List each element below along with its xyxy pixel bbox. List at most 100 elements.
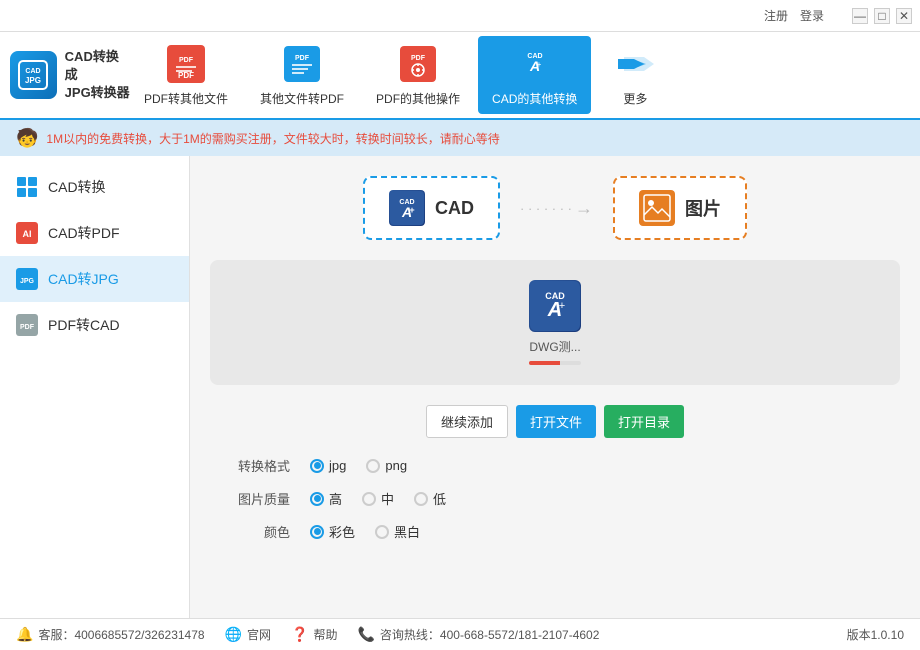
format-jpg-label: jpg xyxy=(329,458,346,473)
close-button[interactable]: ✕ xyxy=(896,8,912,24)
quality-mid-radio[interactable] xyxy=(362,492,376,506)
continue-add-button[interactable]: 继续添加 xyxy=(426,405,508,438)
hotline-item: 📞 咨询热线：400-668-5572/181-2107-4602 xyxy=(357,626,599,643)
toolbar-item-more[interactable]: 更多 xyxy=(595,36,675,114)
file-drop-area[interactable]: CAD A + DWG测... xyxy=(210,260,900,385)
main-layout: CAD转换 AI CAD转PDF JPG CAD转JPG xyxy=(0,156,920,618)
pdf-to-other-icon: PDF xyxy=(166,44,206,84)
quality-high-label: 高 xyxy=(329,489,342,508)
conv-img-icon xyxy=(639,190,675,226)
title-bar: 注册 登录 — □ ✕ xyxy=(0,0,920,32)
help-item[interactable]: ❓ 帮助 xyxy=(291,626,337,643)
color-bw-label: 黑白 xyxy=(394,522,420,541)
format-png-option[interactable]: png xyxy=(366,458,407,473)
quality-label: 图片质量 xyxy=(220,489,290,508)
svg-text:AI: AI xyxy=(23,229,32,239)
sidebar-item-cad-to-pdf[interactable]: AI CAD转PDF xyxy=(0,210,189,256)
conv-arrow: · · · · · · · → xyxy=(520,198,593,219)
conv-from-box: CAD A + CAD xyxy=(363,176,500,240)
logo-area: CAD JPG CAD转换成 JPG转换器 xyxy=(10,48,130,103)
official-site-icon: 🌐 xyxy=(225,626,242,643)
cad-to-jpg-icon: JPG xyxy=(16,268,38,290)
toolbar-label-pdf-other-ops: PDF的其他操作 xyxy=(376,90,460,107)
format-png-radio[interactable] xyxy=(366,459,380,473)
customer-service-label: 客服：4006685572/326231478 xyxy=(38,626,204,643)
file-progress-bar xyxy=(529,361,581,365)
cad-convert-icon xyxy=(16,176,38,198)
quality-radio-group: 高 中 低 xyxy=(310,489,446,508)
color-color-option[interactable]: 彩色 xyxy=(310,522,355,541)
quality-high-option[interactable]: 高 xyxy=(310,489,342,508)
notification-icon: 🧒 xyxy=(16,128,38,149)
sidebar-item-cad-to-jpg[interactable]: JPG CAD转JPG xyxy=(0,256,189,302)
hotline-icon: 📞 xyxy=(357,626,374,643)
app-logo-icon: CAD JPG xyxy=(10,51,57,99)
file-name-label: DWG测... xyxy=(529,338,580,355)
format-label: 转换格式 xyxy=(220,456,290,475)
svg-text:PDF: PDF xyxy=(20,324,35,331)
maximize-button[interactable]: □ xyxy=(874,8,890,24)
svg-text:+: + xyxy=(536,60,541,69)
sidebar-label-pdf-to-cad: PDF转CAD xyxy=(48,315,120,335)
cad-to-pdf-icon: AI xyxy=(16,222,38,244)
color-setting-row: 颜色 彩色 黑白 xyxy=(220,522,890,541)
svg-text:PDF: PDF xyxy=(179,57,194,64)
file-progress-fill xyxy=(529,361,560,365)
color-bw-option[interactable]: 黑白 xyxy=(375,522,420,541)
quality-mid-option[interactable]: 中 xyxy=(362,489,394,508)
toolbar-item-other-to-pdf[interactable]: PDF 其他文件转PDF xyxy=(246,36,358,114)
toolbar-label-other-to-pdf: 其他文件转PDF xyxy=(260,90,344,107)
sidebar-item-cad-convert[interactable]: CAD转换 xyxy=(0,164,189,210)
official-site-item[interactable]: 🌐 官网 xyxy=(225,626,271,643)
svg-text:PDF: PDF xyxy=(411,55,426,62)
pdf-other-ops-icon: PDF xyxy=(398,44,438,84)
sidebar-item-pdf-to-cad[interactable]: PDF PDF转CAD xyxy=(0,302,189,348)
color-color-label: 彩色 xyxy=(329,522,355,541)
svg-text:PDF: PDF xyxy=(295,55,310,62)
color-bw-radio[interactable] xyxy=(375,525,389,539)
format-setting-row: 转换格式 jpg png xyxy=(220,456,890,475)
svg-text:+: + xyxy=(559,300,565,312)
quality-setting-row: 图片质量 高 中 低 xyxy=(220,489,890,508)
color-color-radio[interactable] xyxy=(310,525,324,539)
open-file-button[interactable]: 打开文件 xyxy=(516,405,596,438)
toolbar-item-pdf-to-other[interactable]: PDF PDF转其他文件 xyxy=(130,36,242,114)
login-link[interactable]: 登录 xyxy=(800,7,824,24)
format-radio-group: jpg png xyxy=(310,458,407,473)
header-toolbar: CAD JPG CAD转换成 JPG转换器 PDF PDF转 xyxy=(0,32,920,120)
svg-text:JPG: JPG xyxy=(25,76,41,85)
quality-low-option[interactable]: 低 xyxy=(414,489,446,508)
conv-cad-icon: CAD A + xyxy=(389,190,425,226)
sidebar-label-cad-to-jpg: CAD转JPG xyxy=(48,269,119,289)
format-jpg-radio[interactable] xyxy=(310,459,324,473)
color-radio-group: 彩色 黑白 xyxy=(310,522,420,541)
format-jpg-option[interactable]: jpg xyxy=(310,458,346,473)
svg-text:CAD: CAD xyxy=(26,68,41,75)
toolbar-label-pdf-to-other: PDF转其他文件 xyxy=(144,90,228,107)
color-label: 颜色 xyxy=(220,522,290,541)
open-dir-button[interactable]: 打开目录 xyxy=(604,405,684,438)
toolbar-label-cad-other: CAD的其他转换 xyxy=(492,90,577,107)
register-link[interactable]: 注册 xyxy=(764,7,788,24)
minimize-button[interactable]: — xyxy=(852,8,868,24)
quality-mid-label: 中 xyxy=(381,489,394,508)
version-label: 版本1.0.10 xyxy=(847,628,904,642)
file-item: CAD A + DWG测... xyxy=(529,280,581,365)
conv-from-label: CAD xyxy=(435,198,474,219)
file-cad-icon: CAD A + xyxy=(529,280,581,332)
toolbar-items: PDF PDF转其他文件 PDF 其他文件转PDF xyxy=(130,36,910,114)
quality-low-radio[interactable] xyxy=(414,492,428,506)
content-area: CAD A + CAD · · · · · · · → xyxy=(190,156,920,618)
toolbar-label-more: 更多 xyxy=(623,90,647,107)
quality-low-label: 低 xyxy=(433,489,446,508)
pdf-to-cad-icon: PDF xyxy=(16,314,38,336)
svg-text:JPG: JPG xyxy=(20,278,35,285)
svg-text:+: + xyxy=(409,205,414,215)
toolbar-item-cad-other[interactable]: CAD A + CAD的其他转换 xyxy=(478,36,591,114)
toolbar-item-pdf-other-ops[interactable]: PDF PDF的其他操作 xyxy=(362,36,474,114)
conv-to-box: 图片 xyxy=(613,176,747,240)
other-to-pdf-icon: PDF xyxy=(282,44,322,84)
quality-high-radio[interactable] xyxy=(310,492,324,506)
logo-text: CAD转换成 JPG转换器 xyxy=(65,48,130,103)
customer-service-item[interactable]: 🔔 客服：4006685572/326231478 xyxy=(16,626,205,643)
